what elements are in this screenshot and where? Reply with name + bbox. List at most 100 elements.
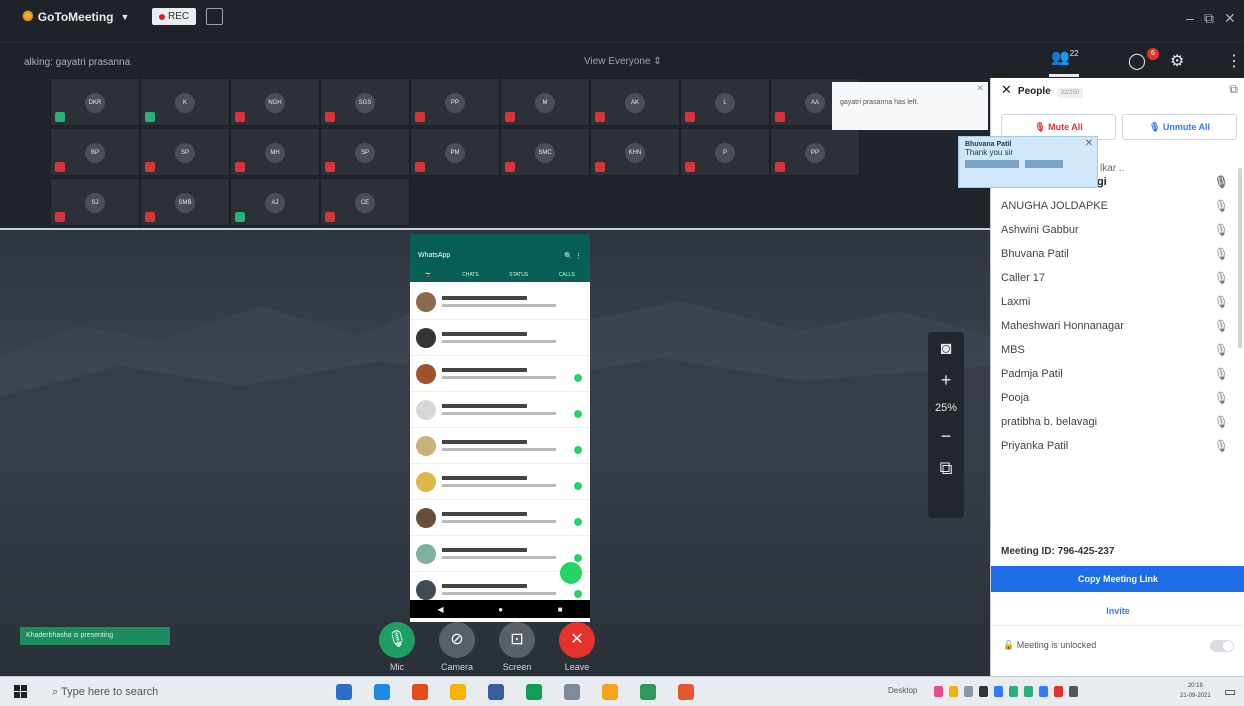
copy-meeting-link-button[interactable]: Copy Meeting Link <box>991 566 1244 592</box>
app-icon[interactable] <box>564 684 580 700</box>
participant-row[interactable]: Padmja Patil 🎙 <box>991 362 1244 386</box>
participant-row[interactable]: Maheshwari Honnanagar 🎙 <box>991 314 1244 338</box>
tray-icon[interactable] <box>949 686 958 697</box>
chat-icon[interactable]: ◯ <box>1128 51 1146 71</box>
participant-row[interactable]: ANUGHA JOLDAPKE 🎙 <box>991 194 1244 218</box>
participant-tile[interactable]: NGH <box>230 78 320 126</box>
participant-tile[interactable]: MH <box>230 128 320 176</box>
participant-tile[interactable]: P <box>680 128 770 176</box>
tray-icon[interactable] <box>1054 686 1063 697</box>
participant-tile[interactable]: SP <box>320 128 410 176</box>
tray-icon[interactable] <box>964 686 973 697</box>
participant-mic-icon[interactable]: 🎙 <box>1214 362 1229 386</box>
participant-tile[interactable]: K <box>140 78 230 126</box>
chat-message-popup[interactable]: Bhuvana Patil Thank you sir ✕ <box>958 136 1098 188</box>
participant-tile[interactable]: KHN <box>590 128 680 176</box>
close-panel-icon[interactable]: ✕ <box>1001 82 1012 97</box>
explorer-icon[interactable] <box>450 684 466 700</box>
participant-tile[interactable]: SGS <box>320 78 410 126</box>
powerpoint-icon[interactable] <box>678 684 694 700</box>
app-menu[interactable]: ✺ GoToMeeting ▼ <box>22 8 129 25</box>
participant-mic-icon[interactable]: 🎙 <box>1214 218 1229 242</box>
zoom-toolbar: ◙ + 25% − ⧉ <box>928 332 964 518</box>
app-icon[interactable] <box>602 684 618 700</box>
participant-tile[interactable]: M <box>500 78 590 126</box>
participant-mic-icon[interactable]: 🎙 <box>1214 290 1229 314</box>
screen-button[interactable]: ⊡ Screen <box>492 622 542 672</box>
taskbar-search[interactable]: ⌕ Type here to search <box>44 681 324 703</box>
lock-toggle[interactable] <box>1210 640 1234 652</box>
participant-row[interactable]: Laxmi 🎙 <box>991 290 1244 314</box>
participant-tile[interactable]: DKR <box>50 78 140 126</box>
participant-mic-icon[interactable]: 🎙 <box>1214 266 1229 290</box>
popout-panel-icon[interactable]: ⧉ <box>1229 82 1238 97</box>
participant-row[interactable]: Bhuvana Patil 🎙 <box>991 242 1244 266</box>
participant-row[interactable]: MBS 🎙 <box>991 338 1244 362</box>
participant-tile[interactable]: PP <box>410 78 500 126</box>
participant-mic-icon[interactable]: 🎙 <box>1214 386 1229 410</box>
participant-row[interactable]: Caller 17 🎙 <box>991 266 1244 290</box>
tray-icon[interactable] <box>1024 686 1033 697</box>
tray-icon[interactable] <box>934 686 943 697</box>
leave-button[interactable]: ✕ Leave <box>552 622 602 672</box>
participant-mic-icon[interactable]: 🎙 <box>1214 434 1229 458</box>
more-options-icon[interactable]: ⋮ <box>1226 51 1242 71</box>
reply-button[interactable] <box>965 160 1019 168</box>
participant-tile[interactable]: SMB <box>140 178 230 226</box>
participant-tile[interactable]: PM <box>410 128 500 176</box>
close-icon[interactable]: ✕ <box>1224 10 1236 27</box>
view-mode-dropdown[interactable]: View Everyone ⇕ <box>584 56 662 67</box>
edge-icon[interactable] <box>374 684 390 700</box>
participant-row[interactable]: pratibha b. belavagi 🎙 <box>991 410 1244 434</box>
people-button[interactable]: 👥22 <box>1051 48 1079 66</box>
tray-icon[interactable] <box>994 686 1003 697</box>
taskbar-clock[interactable]: 20:18 21-09-2021 <box>1180 681 1211 701</box>
participant-tile[interactable]: L <box>680 78 770 126</box>
app-icon[interactable] <box>640 684 656 700</box>
app-icon[interactable] <box>488 684 504 700</box>
close-popup-icon[interactable]: ✕ <box>1085 138 1093 149</box>
recording-button[interactable]: REC <box>152 8 196 25</box>
minimize-icon[interactable]: – <box>1186 10 1194 26</box>
drawing-tools-icon[interactable] <box>206 8 223 25</box>
unmute-all-button[interactable]: 🎙 Unmute All <box>1122 114 1237 140</box>
app-icon[interactable] <box>526 684 542 700</box>
invite-button[interactable]: Invite <box>991 596 1244 626</box>
mic-button[interactable]: 🎙 Mic <box>372 622 422 672</box>
popout-icon[interactable]: ⧉ <box>928 452 964 484</box>
tray-icon[interactable] <box>1039 686 1048 697</box>
list-scrollbar[interactable] <box>1238 168 1242 348</box>
participant-mic-icon[interactable]: 🎙 <box>1214 242 1229 266</box>
participant-tile[interactable]: PP <box>770 128 860 176</box>
zoom-in-icon[interactable]: + <box>928 364 964 396</box>
participant-tile[interactable]: SJ <box>50 178 140 226</box>
participant-mic-icon[interactable]: 🎙 <box>1214 338 1229 362</box>
dismiss-button[interactable] <box>1025 160 1063 168</box>
chrome-icon[interactable] <box>412 684 428 700</box>
participant-mic-icon[interactable]: 🎙 <box>1214 410 1229 434</box>
screenshot-icon[interactable]: ◙ <box>928 332 964 364</box>
windows-start-icon[interactable] <box>14 685 28 699</box>
tray-icon[interactable] <box>979 686 988 697</box>
participant-tile[interactable]: CE <box>320 178 410 226</box>
notifications-icon[interactable]: ▭ <box>1224 684 1236 700</box>
camera-button[interactable]: ⊘ Camera <box>432 622 482 672</box>
participant-tile[interactable]: SP <box>140 128 230 176</box>
zoom-out-icon[interactable]: − <box>928 420 964 452</box>
taskview-icon[interactable] <box>336 684 352 700</box>
participant-row[interactable]: Priyanka Patil 🎙 <box>991 434 1244 458</box>
participant-mic-icon[interactable]: 🎙 <box>1214 194 1229 218</box>
participant-mic-icon[interactable]: 🎙 <box>1214 170 1229 194</box>
close-notification-icon[interactable]: ✕ <box>976 83 984 94</box>
tray-icon[interactable] <box>1009 686 1018 697</box>
tray-icon[interactable] <box>1069 686 1078 697</box>
participant-tile[interactable]: AJ <box>230 178 320 226</box>
participant-tile[interactable]: BP <box>50 128 140 176</box>
restore-icon[interactable]: ⧉ <box>1204 10 1214 27</box>
participant-tile[interactable]: SMC <box>500 128 590 176</box>
participant-tile[interactable]: AK <box>590 78 680 126</box>
participant-row[interactable]: Pooja 🎙 <box>991 386 1244 410</box>
settings-gear-icon[interactable]: ⚙ <box>1170 51 1184 71</box>
participant-row[interactable]: Ashwini Gabbur 🎙 <box>991 218 1244 242</box>
participant-mic-icon[interactable]: 🎙 <box>1214 314 1229 338</box>
